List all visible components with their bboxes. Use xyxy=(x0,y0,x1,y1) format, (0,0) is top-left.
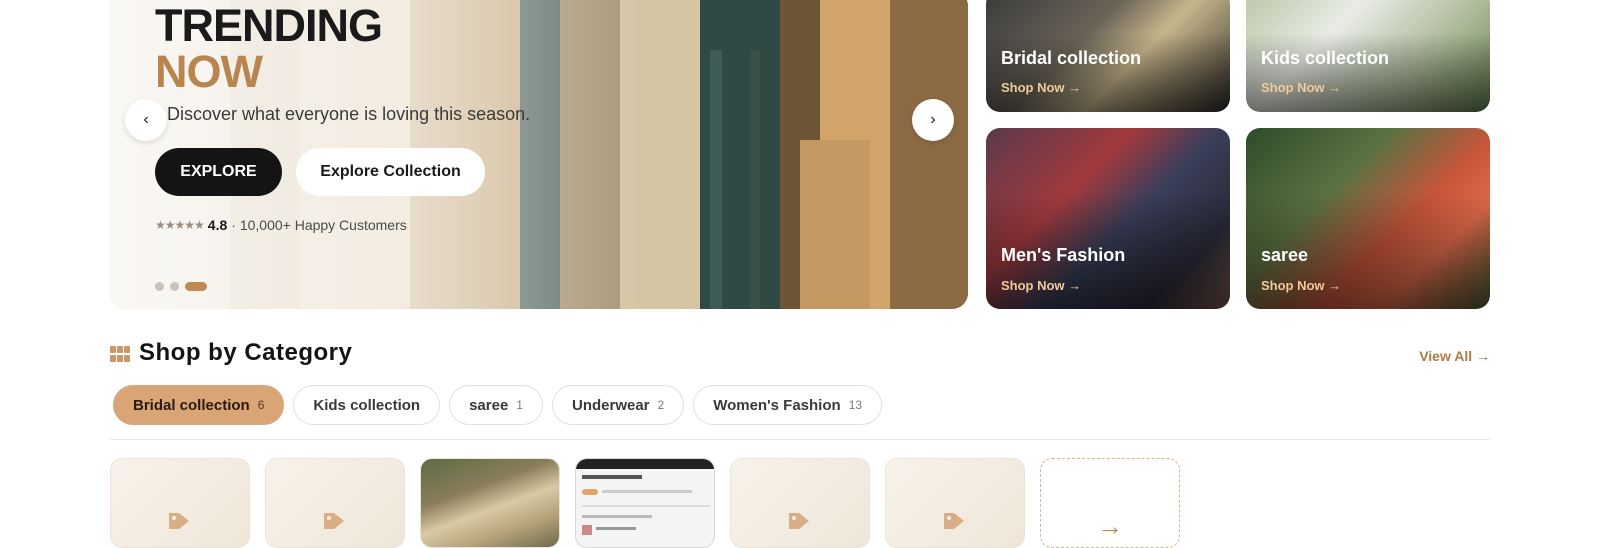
pill-count: 2 xyxy=(657,398,665,412)
arrow-right-icon: → xyxy=(1097,511,1123,541)
hero-title-highlight: NOW xyxy=(155,46,263,97)
tile-shop-now-link[interactable]: Shop Now → xyxy=(1001,278,1081,293)
tile-title: Bridal collection xyxy=(1001,48,1142,68)
carousel-next-button[interactable]: › xyxy=(912,99,954,141)
pill-label: saree xyxy=(469,396,509,414)
rating-text: · 10,000+ Happy Customers xyxy=(231,217,407,233)
tile-kids-collection[interactable]: Kids collection Shop Now → xyxy=(1246,0,1490,112)
category-card-image[interactable] xyxy=(575,458,715,548)
section-title: Shop by Category xyxy=(139,339,353,366)
category-pill-bridal-collection[interactable]: Bridal collection 6 xyxy=(113,385,285,425)
tile-mens-fashion[interactable]: Men's Fashion Shop Now → xyxy=(986,128,1230,309)
divider xyxy=(110,439,1490,440)
pill-label: Underwear xyxy=(571,396,650,414)
category-pill-womens-fashion[interactable]: Women's Fashion 13 xyxy=(693,385,883,425)
tile-title: Men's Fashion xyxy=(1001,245,1126,265)
rating-summary: ★★★★★ 4.8 · 10,000+ Happy Customers xyxy=(155,217,407,233)
pill-label: Bridal collection xyxy=(133,396,250,414)
hero-banner: TRENDING NOW Discover what everyone is l… xyxy=(110,0,968,309)
carousel-prev-button[interactable]: ‹ xyxy=(125,99,167,141)
tag-icon xyxy=(789,513,809,529)
tag-icon xyxy=(324,513,344,529)
category-card[interactable] xyxy=(885,458,1025,548)
view-all-link[interactable]: View All → xyxy=(1419,348,1490,364)
rating-score: 4.8 xyxy=(207,217,228,233)
category-pill-saree[interactable]: saree 1 xyxy=(449,385,543,425)
explore-button[interactable]: EXPLORE xyxy=(155,148,282,196)
explore-collection-button[interactable]: Explore Collection xyxy=(296,148,485,196)
category-pills: Bridal collection 6 Kids collection sare… xyxy=(113,385,883,425)
hero-subtitle: Discover what everyone is loving this se… xyxy=(167,104,531,124)
carousel-dot[interactable] xyxy=(170,282,179,291)
tile-saree[interactable]: saree Shop Now → xyxy=(1246,128,1490,309)
stars-icon: ★★★★★ xyxy=(155,218,205,232)
carousel-dot[interactable] xyxy=(155,282,164,291)
pill-count: 1 xyxy=(516,398,523,412)
category-card[interactable] xyxy=(730,458,870,548)
tag-icon xyxy=(944,513,964,529)
chevron-left-icon: ‹ xyxy=(143,111,149,128)
tag-icon xyxy=(169,513,189,529)
tile-shop-now-link[interactable]: Shop Now → xyxy=(1261,80,1341,95)
tile-shop-now-link[interactable]: Shop Now → xyxy=(1001,80,1081,95)
category-card-image[interactable] xyxy=(420,458,560,548)
view-more-card[interactable]: → xyxy=(1040,458,1180,548)
pill-label: Women's Fashion xyxy=(713,396,841,414)
pill-count: 13 xyxy=(848,398,863,412)
tile-title: saree xyxy=(1261,245,1309,265)
category-pill-kids-collection[interactable]: Kids collection xyxy=(293,385,441,425)
pill-label: Kids collection xyxy=(313,396,421,414)
carousel-dots xyxy=(155,282,207,291)
category-card[interactable] xyxy=(265,458,405,548)
tile-shop-now-link[interactable]: Shop Now → xyxy=(1261,278,1341,293)
category-pill-underwear[interactable]: Underwear 2 xyxy=(551,385,685,425)
category-cards: → xyxy=(110,458,1180,548)
grid-icon xyxy=(110,346,130,362)
category-card[interactable] xyxy=(110,458,250,548)
hero-title: TRENDING xyxy=(155,0,383,51)
tile-title: Kids collection xyxy=(1261,48,1390,68)
carousel-dot-active[interactable] xyxy=(185,282,207,291)
tile-bridal-collection[interactable]: Bridal collection Shop Now → xyxy=(986,0,1230,112)
chevron-right-icon: › xyxy=(930,111,936,128)
pill-count: 6 xyxy=(257,398,265,412)
